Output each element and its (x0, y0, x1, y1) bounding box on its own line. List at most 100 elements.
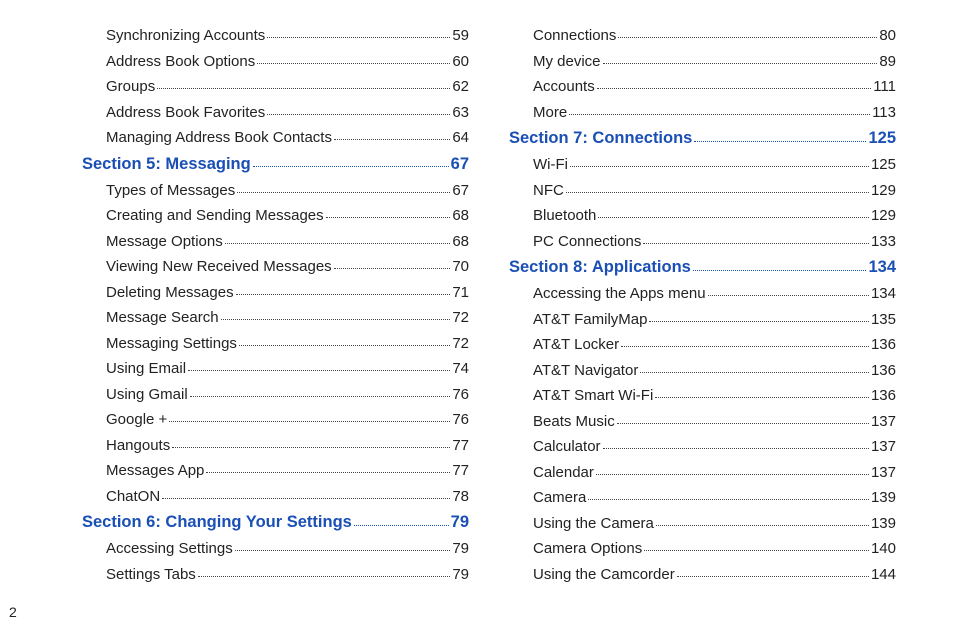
toc-entry[interactable]: Message Options68 (106, 234, 469, 249)
toc-entry-page: 59 (452, 28, 469, 43)
toc-entry[interactable]: Types of Messages67 (106, 183, 469, 198)
toc-entry-page: 79 (452, 541, 469, 556)
toc-leader (235, 541, 451, 551)
toc-leader (694, 131, 866, 142)
toc-entry-page: 77 (452, 463, 469, 478)
toc-entry-label: AT&T Smart Wi-Fi (533, 388, 653, 403)
toc-leader (640, 363, 869, 373)
toc-entry-page: 139 (871, 516, 896, 531)
toc-entry[interactable]: Viewing New Received Messages70 (106, 259, 469, 274)
toc-entry[interactable]: ChatON78 (106, 489, 469, 504)
toc-leader (236, 285, 451, 295)
toc-entry-label: Messages App (106, 463, 204, 478)
toc-entry[interactable]: Bluetooth129 (533, 208, 896, 223)
toc-entry-page: 136 (871, 388, 896, 403)
toc-leader (172, 438, 450, 448)
toc-entry[interactable]: Address Book Favorites 63 (106, 105, 469, 120)
toc-page: Synchronizing Accounts 59 Address Book Op… (0, 0, 954, 602)
toc-entry[interactable]: Accessing Settings 79 (106, 541, 469, 556)
toc-entry[interactable]: Hangouts77 (106, 438, 469, 453)
toc-section-heading[interactable]: Section 7: Connections 125 (509, 130, 896, 147)
toc-entry[interactable]: Accounts111 (533, 79, 896, 94)
toc-leader (570, 157, 869, 167)
toc-entry-page: 137 (871, 465, 896, 480)
toc-entry[interactable]: Camera139 (533, 490, 896, 505)
toc-entry-page: 72 (452, 336, 469, 351)
toc-entry-label: Using Gmail (106, 387, 188, 402)
toc-entry-page: 71 (452, 285, 469, 300)
toc-entry[interactable]: Using the Camera 139 (533, 516, 896, 531)
toc-entry[interactable]: Messaging Settings72 (106, 336, 469, 351)
toc-entry[interactable]: Calendar137 (533, 465, 896, 480)
toc-entry[interactable]: Beats Music 137 (533, 414, 896, 429)
toc-leader (708, 286, 869, 296)
toc-entry[interactable]: Creating and Sending Messages68 (106, 208, 469, 223)
toc-leader (237, 183, 450, 193)
toc-entry[interactable]: Message Search 72 (106, 310, 469, 325)
toc-entry[interactable]: Camera Options140 (533, 541, 896, 556)
toc-leader (677, 567, 869, 577)
toc-entry[interactable]: Synchronizing Accounts 59 (106, 28, 469, 43)
toc-section-heading[interactable]: Section 5: Messaging 67 (82, 156, 469, 173)
toc-entry[interactable]: Accessing the Apps menu134 (533, 286, 896, 301)
toc-leader (643, 234, 869, 244)
toc-leader (169, 412, 450, 422)
toc-entry-page: 63 (452, 105, 469, 120)
toc-entry-page: 137 (871, 414, 896, 429)
toc-entry-label: Using the Camcorder (533, 567, 675, 582)
toc-entry-label: Message Search (106, 310, 219, 325)
toc-entry[interactable]: More 113 (533, 105, 896, 120)
toc-entry-label: Groups (106, 79, 155, 94)
toc-leader (267, 28, 450, 38)
toc-entry-label: Address Book Favorites (106, 105, 265, 120)
toc-entry[interactable]: Wi-Fi125 (533, 157, 896, 172)
toc-entry-label: Google + (106, 412, 167, 427)
toc-entry-label: Accessing Settings (106, 541, 233, 556)
toc-section-heading[interactable]: Section 6: Changing Your Settings 79 (82, 514, 469, 531)
toc-entry[interactable]: Using Email74 (106, 361, 469, 376)
toc-entry[interactable]: PC Connections133 (533, 234, 896, 249)
toc-entry[interactable]: Settings Tabs 79 (106, 567, 469, 582)
toc-leader (617, 414, 869, 424)
toc-entry-label: AT&T Locker (533, 337, 619, 352)
toc-entry[interactable]: AT&T FamilyMap135 (533, 312, 896, 327)
toc-entry[interactable]: Using the Camcorder144 (533, 567, 896, 582)
toc-section-label: Section 7: Connections (509, 130, 692, 147)
toc-entry[interactable]: Google +76 (106, 412, 469, 427)
toc-entry-label: Address Book Options (106, 54, 255, 69)
toc-leader (334, 130, 450, 140)
toc-section-heading[interactable]: Section 8: Applications 134 (509, 259, 896, 276)
toc-entry[interactable]: Connections 80 (533, 28, 896, 43)
toc-entry-page: 111 (873, 79, 896, 94)
toc-leader (569, 105, 870, 115)
toc-entry[interactable]: Calculator 137 (533, 439, 896, 454)
toc-entry-label: NFC (533, 183, 564, 198)
toc-column-right: Connections 80 My device89 Accounts111 More… (509, 28, 896, 592)
toc-leader (162, 489, 450, 499)
toc-leader (597, 79, 871, 89)
page-number: 2 (9, 604, 954, 620)
toc-entry[interactable]: Groups 62 (106, 79, 469, 94)
toc-entry-page: 136 (871, 337, 896, 352)
toc-leader (188, 361, 450, 371)
toc-entry-page: 72 (452, 310, 469, 325)
toc-entry-page: 64 (452, 130, 469, 145)
toc-entry-page: 80 (879, 28, 896, 43)
toc-entry-label: Creating and Sending Messages (106, 208, 324, 223)
toc-entry[interactable]: NFC129 (533, 183, 896, 198)
toc-entry[interactable]: My device89 (533, 54, 896, 69)
toc-entry[interactable]: Address Book Options60 (106, 54, 469, 69)
toc-entry-label: PC Connections (533, 234, 641, 249)
toc-entry-label: Beats Music (533, 414, 615, 429)
toc-entry[interactable]: Managing Address Book Contacts64 (106, 130, 469, 145)
toc-entry-label: Message Options (106, 234, 223, 249)
toc-entry[interactable]: AT&T Locker 136 (533, 337, 896, 352)
toc-leader (644, 541, 869, 551)
toc-entry[interactable]: Messages App 77 (106, 463, 469, 478)
toc-entry[interactable]: AT&T Navigator136 (533, 363, 896, 378)
toc-entry[interactable]: Deleting Messages 71 (106, 285, 469, 300)
toc-entry[interactable]: Using Gmail76 (106, 387, 469, 402)
toc-entry-label: Camera (533, 490, 586, 505)
toc-entry[interactable]: AT&T Smart Wi-Fi 136 (533, 388, 896, 403)
toc-entry-page: 67 (452, 183, 469, 198)
